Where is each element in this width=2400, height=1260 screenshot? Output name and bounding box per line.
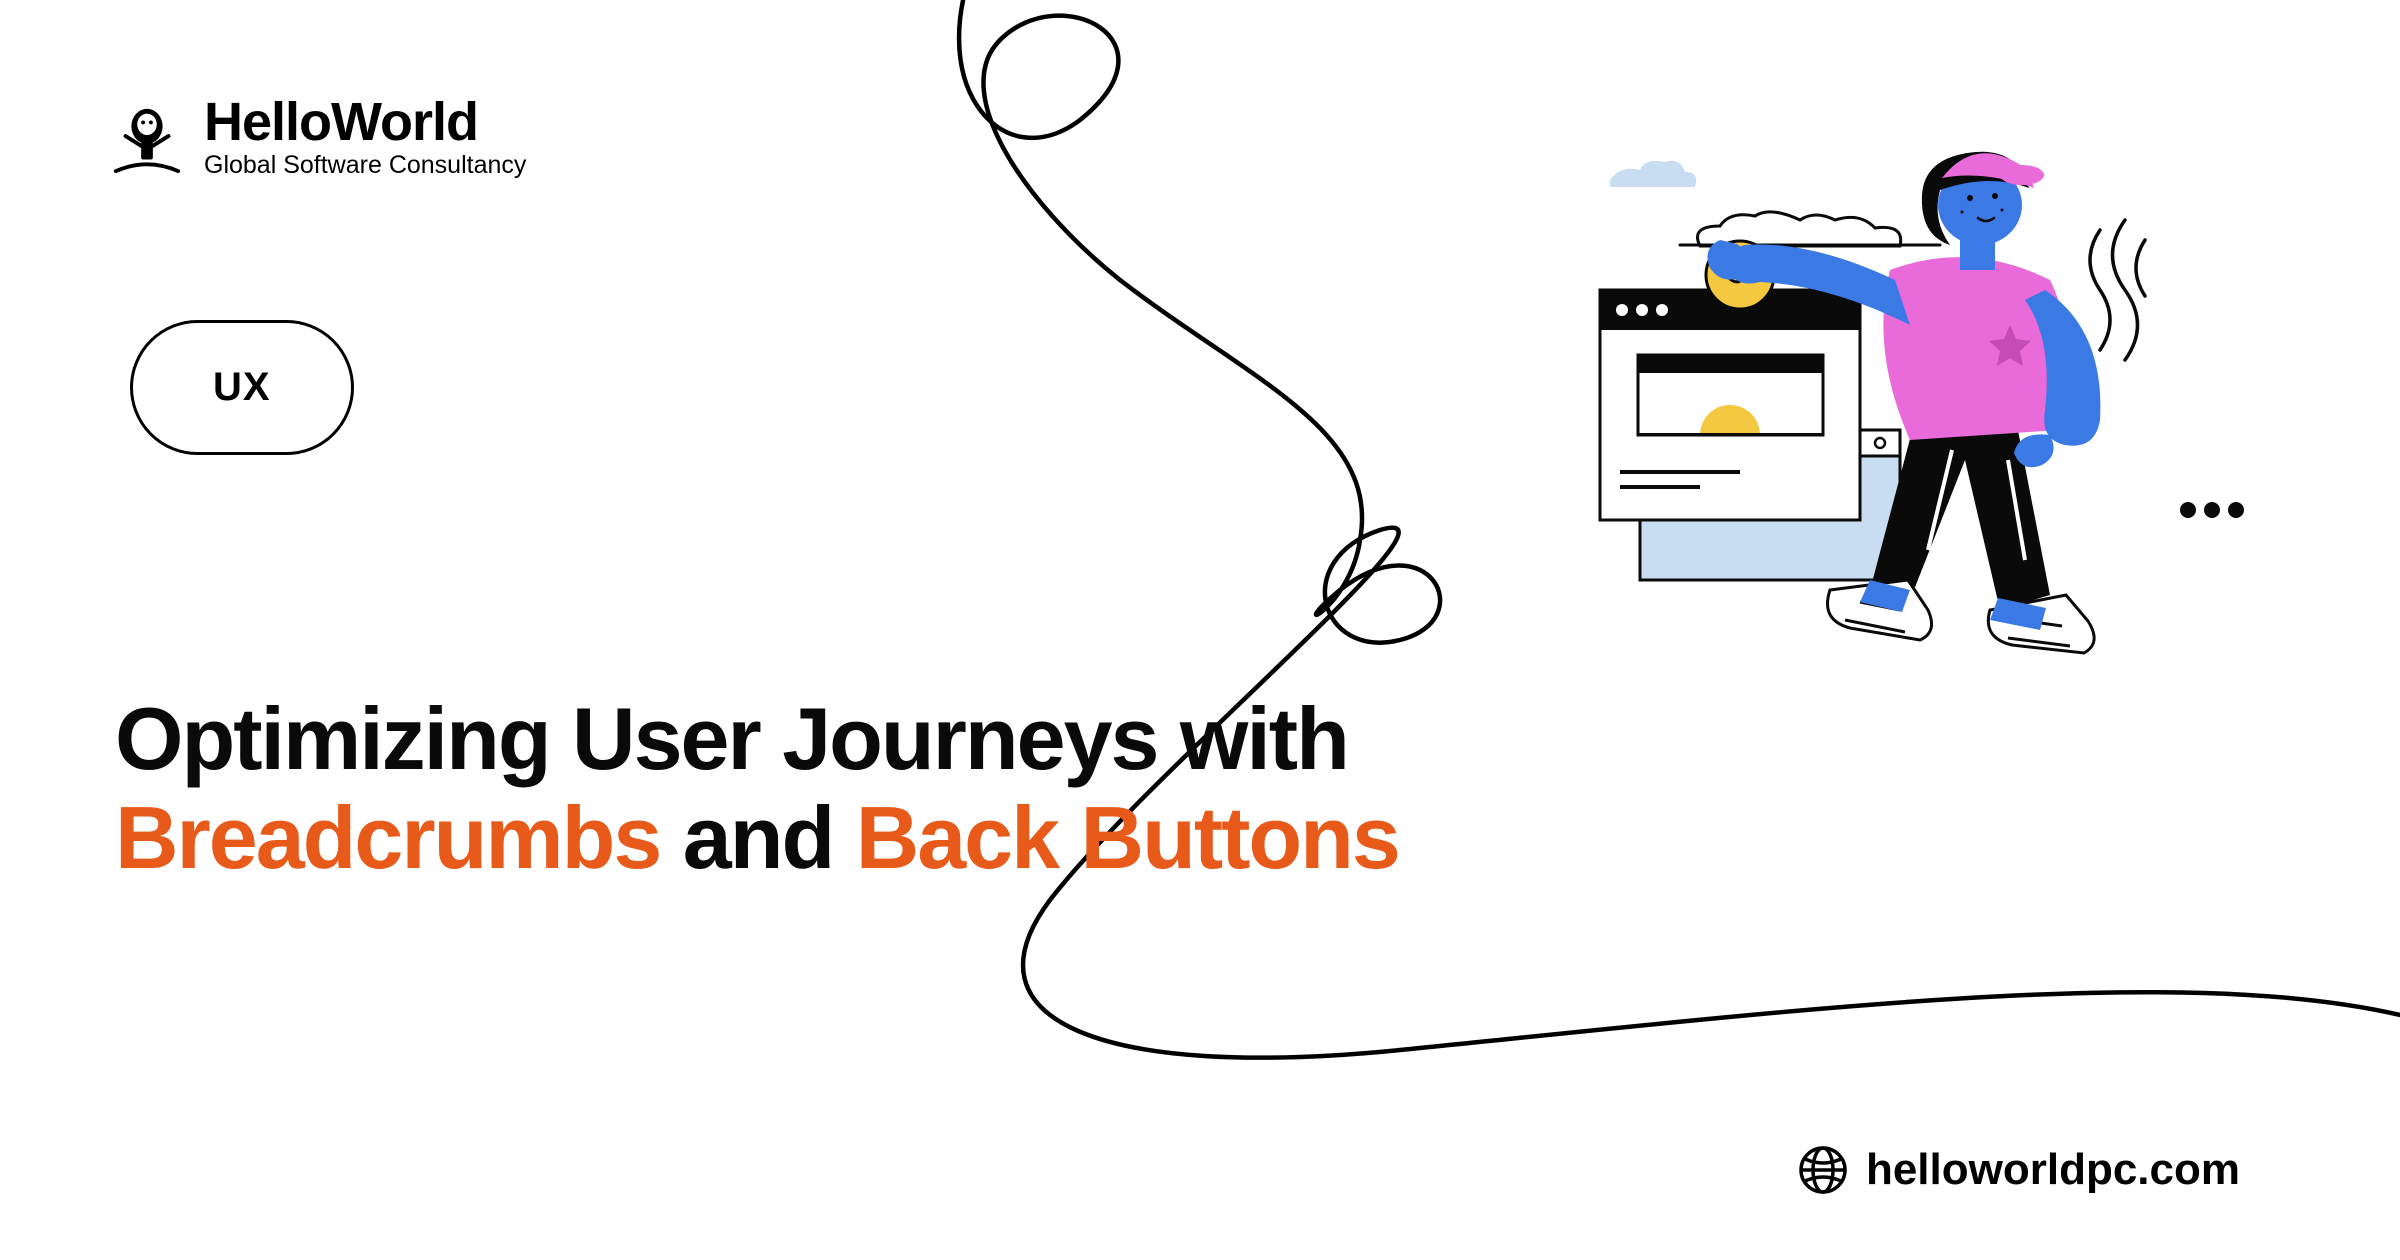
astronaut-icon	[108, 99, 186, 177]
url-text: helloworldpc.com	[1866, 1145, 2240, 1195]
brand-logo: HelloWorld Global Software Consultancy	[108, 95, 526, 180]
category-badge: UX	[130, 320, 354, 455]
hero-illustration	[1570, 140, 2270, 700]
article-title: Optimizing User Journeys with Breadcrumb…	[115, 690, 1715, 887]
globe-icon	[1798, 1145, 1848, 1195]
website-url: helloworldpc.com	[1798, 1145, 2240, 1195]
logo-tagline: Global Software Consultancy	[204, 151, 526, 180]
logo-name: HelloWorld	[204, 95, 526, 149]
